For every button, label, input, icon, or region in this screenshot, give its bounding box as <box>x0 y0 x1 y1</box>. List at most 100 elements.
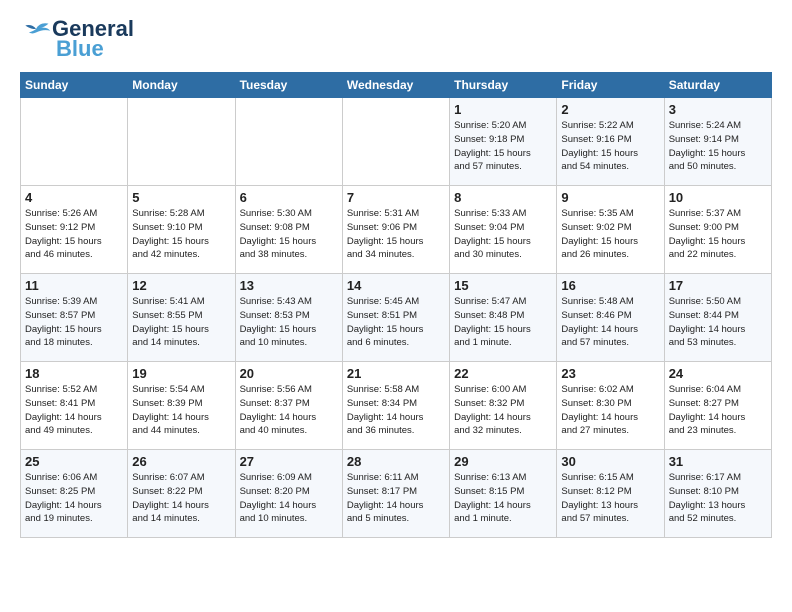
day-cell: 26Sunrise: 6:07 AM Sunset: 8:22 PM Dayli… <box>128 450 235 538</box>
day-info: Sunrise: 5:50 AM Sunset: 8:44 PM Dayligh… <box>669 295 767 350</box>
day-cell: 27 Sunrise: 6:09 AM Sunset: 8:20 PM Dayli… <box>235 450 342 538</box>
day-number: 3 <box>669 102 767 117</box>
week-row-2: 4Sunrise: 5:26 AM Sunset: 9:12 PM Daylig… <box>21 186 772 274</box>
day-cell: 1 Sunrise: 5:20 AM Sunset: 9:18 PM Daylig… <box>450 98 557 186</box>
day-cell: 12Sunrise: 5:41 AM Sunset: 8:55 PM Dayli… <box>128 274 235 362</box>
day-cell: 11Sunrise: 5:39 AM Sunset: 8:57 PM Dayli… <box>21 274 128 362</box>
day-info: Sunrise: 5:56 AM Sunset: 8:37 PM Dayligh… <box>240 383 338 438</box>
day-info: Sunrise: 5:52 AM Sunset: 8:41 PM Dayligh… <box>25 383 123 438</box>
day-number: 8 <box>454 190 552 205</box>
day-cell: 7Sunrise: 5:31 AM Sunset: 9:06 PM Daylig… <box>342 186 449 274</box>
day-info: Sunrise: 5:28 AM Sunset: 9:10 PM Dayligh… <box>132 207 230 262</box>
weekday-friday: Friday <box>557 73 664 98</box>
day-number: 20 <box>240 366 338 381</box>
week-row-5: 25 Sunrise: 6:06 AM Sunset: 8:25 PM Dayli… <box>21 450 772 538</box>
day-cell: 3 Sunrise: 5:24 AM Sunset: 9:14 PM Daylig… <box>664 98 771 186</box>
day-cell: 31 Sunrise: 6:17 AM Sunset: 8:10 PM Dayli… <box>664 450 771 538</box>
day-cell: 5 Sunrise: 5:28 AM Sunset: 9:10 PM Daylig… <box>128 186 235 274</box>
logo: General Blue <box>20 16 134 62</box>
day-cell: 30 Sunrise: 6:15 AM Sunset: 8:12 PM Dayli… <box>557 450 664 538</box>
day-number: 1 <box>454 102 552 117</box>
day-number: 27 <box>240 454 338 469</box>
day-info: Sunrise: 5:35 AM Sunset: 9:02 PM Dayligh… <box>561 207 659 262</box>
day-number: 25 <box>25 454 123 469</box>
day-number: 26 <box>132 454 230 469</box>
day-cell: 25 Sunrise: 6:06 AM Sunset: 8:25 PM Dayli… <box>21 450 128 538</box>
weekday-sunday: Sunday <box>21 73 128 98</box>
logo-blue-text: Blue <box>56 36 104 62</box>
day-info: Sunrise: 6:15 AM Sunset: 8:12 PM Dayligh… <box>561 471 659 526</box>
calendar-header: SundayMondayTuesdayWednesdayThursdayFrid… <box>21 73 772 98</box>
day-number: 23 <box>561 366 659 381</box>
day-number: 31 <box>669 454 767 469</box>
day-number: 18 <box>25 366 123 381</box>
day-number: 17 <box>669 278 767 293</box>
day-info: Sunrise: 5:37 AM Sunset: 9:00 PM Dayligh… <box>669 207 767 262</box>
day-cell <box>21 98 128 186</box>
day-info: Sunrise: 6:00 AM Sunset: 8:32 PM Dayligh… <box>454 383 552 438</box>
day-info: Sunrise: 5:45 AM Sunset: 8:51 PM Dayligh… <box>347 295 445 350</box>
header: General Blue <box>20 16 772 62</box>
day-number: 9 <box>561 190 659 205</box>
day-cell <box>342 98 449 186</box>
day-cell: 6Sunrise: 5:30 AM Sunset: 9:08 PM Daylig… <box>235 186 342 274</box>
day-cell: 13Sunrise: 5:43 AM Sunset: 8:53 PM Dayli… <box>235 274 342 362</box>
day-cell: 24 Sunrise: 6:04 AM Sunset: 8:27 PM Dayli… <box>664 362 771 450</box>
day-cell: 8Sunrise: 5:33 AM Sunset: 9:04 PM Daylig… <box>450 186 557 274</box>
day-info: Sunrise: 5:43 AM Sunset: 8:53 PM Dayligh… <box>240 295 338 350</box>
day-cell <box>128 98 235 186</box>
calendar-body: 1 Sunrise: 5:20 AM Sunset: 9:18 PM Daylig… <box>21 98 772 538</box>
day-info: Sunrise: 5:24 AM Sunset: 9:14 PM Dayligh… <box>669 119 767 174</box>
day-cell: 15 Sunrise: 5:47 AM Sunset: 8:48 PM Dayli… <box>450 274 557 362</box>
day-number: 15 <box>454 278 552 293</box>
day-number: 5 <box>132 190 230 205</box>
day-cell: 17 Sunrise: 5:50 AM Sunset: 8:44 PM Dayli… <box>664 274 771 362</box>
day-info: Sunrise: 5:54 AM Sunset: 8:39 PM Dayligh… <box>132 383 230 438</box>
day-info: Sunrise: 5:48 AM Sunset: 8:46 PM Dayligh… <box>561 295 659 350</box>
day-info: Sunrise: 6:06 AM Sunset: 8:25 PM Dayligh… <box>25 471 123 526</box>
week-row-1: 1 Sunrise: 5:20 AM Sunset: 9:18 PM Daylig… <box>21 98 772 186</box>
logo-bird-icon <box>20 20 52 38</box>
day-number: 7 <box>347 190 445 205</box>
day-info: Sunrise: 6:13 AM Sunset: 8:15 PM Dayligh… <box>454 471 552 526</box>
calendar-page: General Blue SundayMondayTuesdayWednesda… <box>0 0 792 554</box>
day-info: Sunrise: 6:17 AM Sunset: 8:10 PM Dayligh… <box>669 471 767 526</box>
day-cell: 22Sunrise: 6:00 AM Sunset: 8:32 PM Dayli… <box>450 362 557 450</box>
week-row-3: 11Sunrise: 5:39 AM Sunset: 8:57 PM Dayli… <box>21 274 772 362</box>
weekday-monday: Monday <box>128 73 235 98</box>
day-cell: 10 Sunrise: 5:37 AM Sunset: 9:00 PM Dayli… <box>664 186 771 274</box>
day-number: 24 <box>669 366 767 381</box>
day-number: 6 <box>240 190 338 205</box>
day-cell: 23 Sunrise: 6:02 AM Sunset: 8:30 PM Dayli… <box>557 362 664 450</box>
day-info: Sunrise: 6:11 AM Sunset: 8:17 PM Dayligh… <box>347 471 445 526</box>
day-number: 11 <box>25 278 123 293</box>
weekday-saturday: Saturday <box>664 73 771 98</box>
day-cell: 16 Sunrise: 5:48 AM Sunset: 8:46 PM Dayli… <box>557 274 664 362</box>
day-info: Sunrise: 5:47 AM Sunset: 8:48 PM Dayligh… <box>454 295 552 350</box>
weekday-wednesday: Wednesday <box>342 73 449 98</box>
day-number: 30 <box>561 454 659 469</box>
day-info: Sunrise: 6:02 AM Sunset: 8:30 PM Dayligh… <box>561 383 659 438</box>
weekday-thursday: Thursday <box>450 73 557 98</box>
day-number: 10 <box>669 190 767 205</box>
day-info: Sunrise: 5:26 AM Sunset: 9:12 PM Dayligh… <box>25 207 123 262</box>
day-number: 29 <box>454 454 552 469</box>
weekday-header-row: SundayMondayTuesdayWednesdayThursdayFrid… <box>21 73 772 98</box>
day-number: 16 <box>561 278 659 293</box>
day-info: Sunrise: 6:09 AM Sunset: 8:20 PM Dayligh… <box>240 471 338 526</box>
week-row-4: 18 Sunrise: 5:52 AM Sunset: 8:41 PM Dayli… <box>21 362 772 450</box>
day-cell: 29 Sunrise: 6:13 AM Sunset: 8:15 PM Dayli… <box>450 450 557 538</box>
day-info: Sunrise: 5:22 AM Sunset: 9:16 PM Dayligh… <box>561 119 659 174</box>
day-cell: 2 Sunrise: 5:22 AM Sunset: 9:16 PM Daylig… <box>557 98 664 186</box>
day-number: 28 <box>347 454 445 469</box>
day-number: 19 <box>132 366 230 381</box>
day-number: 21 <box>347 366 445 381</box>
day-number: 2 <box>561 102 659 117</box>
day-cell: 19 Sunrise: 5:54 AM Sunset: 8:39 PM Dayli… <box>128 362 235 450</box>
day-info: Sunrise: 6:04 AM Sunset: 8:27 PM Dayligh… <box>669 383 767 438</box>
day-info: Sunrise: 5:20 AM Sunset: 9:18 PM Dayligh… <box>454 119 552 174</box>
day-info: Sunrise: 5:58 AM Sunset: 8:34 PM Dayligh… <box>347 383 445 438</box>
day-cell: 21 Sunrise: 5:58 AM Sunset: 8:34 PM Dayli… <box>342 362 449 450</box>
day-cell: 9 Sunrise: 5:35 AM Sunset: 9:02 PM Daylig… <box>557 186 664 274</box>
day-cell: 14Sunrise: 5:45 AM Sunset: 8:51 PM Dayli… <box>342 274 449 362</box>
